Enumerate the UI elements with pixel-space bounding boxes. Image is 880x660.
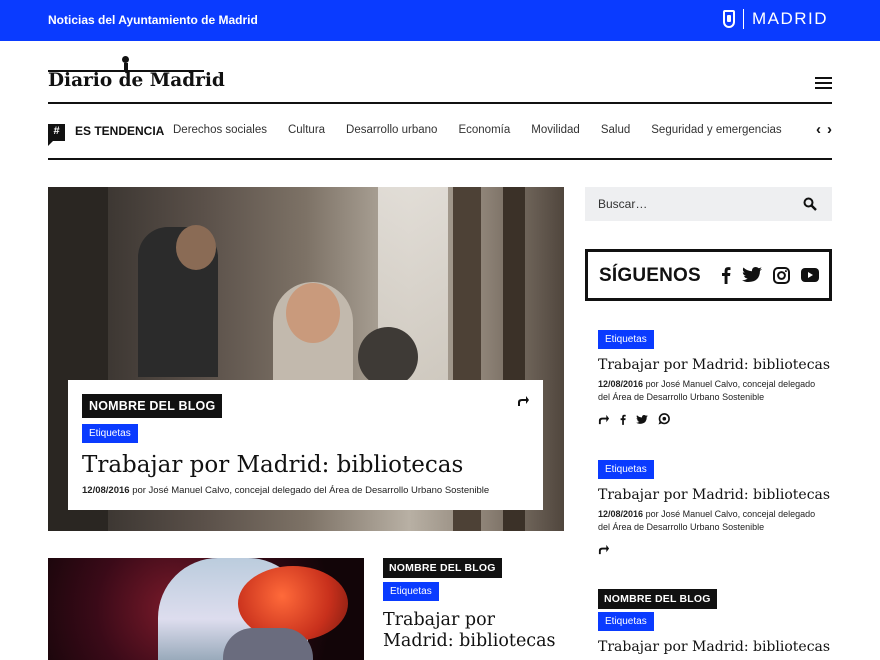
trending-nav: # ES TENDENCIA Derechos sociales Cultura… bbox=[48, 104, 832, 160]
nav-item-derechos-sociales[interactable]: Derechos sociales bbox=[173, 124, 267, 136]
article-headline[interactable]: Trabajar por Madrid: bibliotecas bbox=[383, 610, 563, 652]
search-input[interactable] bbox=[585, 187, 795, 221]
article-image[interactable] bbox=[48, 558, 364, 660]
search-box bbox=[585, 187, 832, 221]
facebook-icon[interactable] bbox=[721, 266, 731, 289]
twitter-icon[interactable] bbox=[636, 412, 648, 430]
site-logo[interactable]: Diario de Madrid bbox=[48, 70, 225, 91]
sidebar-article: Etiquetas Trabajar por Madrid: bibliotec… bbox=[598, 459, 830, 560]
hero-author: por José Manuel Calvo, concejal delegado… bbox=[132, 485, 490, 496]
youtube-icon[interactable] bbox=[801, 268, 819, 287]
sidebar-article-actions bbox=[598, 412, 828, 430]
tag-badge[interactable]: Etiquetas bbox=[598, 330, 654, 349]
top-bar-title[interactable]: Noticias del Ayuntamiento de Madrid bbox=[48, 13, 258, 27]
sidebar-article-headline[interactable]: Trabajar por Madrid: bibliotecas bbox=[598, 357, 830, 373]
nav-item-movilidad[interactable]: Movilidad bbox=[531, 124, 580, 136]
sidebar-article-byline: 12/08/2016 por José Manuel Calvo, concej… bbox=[598, 378, 828, 404]
masthead: Diario de Madrid bbox=[48, 56, 832, 104]
tag-badge[interactable]: Etiquetas bbox=[598, 460, 654, 479]
chevron-left-icon[interactable]: ‹ bbox=[816, 122, 821, 138]
blog-name-badge[interactable]: NOMBRE DEL BLOG bbox=[598, 589, 717, 609]
madrid-brand[interactable]: MADRID bbox=[722, 9, 828, 29]
blog-name-badge[interactable]: NOMBRE DEL BLOG bbox=[383, 558, 502, 578]
hero-date: 12/08/2016 bbox=[82, 485, 130, 496]
trending-label: ES TENDENCIA bbox=[75, 124, 165, 138]
sidebar-article-date: 12/08/2016 bbox=[598, 509, 644, 519]
nav-item-salud[interactable]: Salud bbox=[601, 124, 630, 136]
tag-badge[interactable]: Etiquetas bbox=[82, 424, 138, 443]
blog-name-badge[interactable]: NOMBRE DEL BLOG bbox=[82, 394, 223, 418]
facebook-icon[interactable] bbox=[620, 412, 626, 430]
search-icon[interactable] bbox=[803, 197, 817, 211]
nav-arrows: ‹ › bbox=[816, 122, 832, 138]
nav-item-economia[interactable]: Economía bbox=[458, 124, 510, 136]
nav-item-seguridad[interactable]: Seguridad y emergencias bbox=[651, 124, 781, 136]
brand-divider bbox=[742, 9, 744, 29]
sidebar-article: NOMBRE DEL BLOG Etiquetas Trabajar por M… bbox=[598, 589, 830, 655]
hamburger-menu-icon[interactable] bbox=[815, 77, 832, 90]
hero-headline[interactable]: Trabajar por Madrid: bibliotecas bbox=[82, 452, 463, 478]
chevron-right-icon[interactable]: › bbox=[827, 122, 832, 138]
article-card: NOMBRE DEL BLOG Etiquetas Trabajar por M… bbox=[383, 558, 563, 652]
share-icon[interactable] bbox=[598, 542, 610, 560]
social-links bbox=[721, 266, 819, 289]
madrid-crest-icon bbox=[722, 10, 735, 28]
tag-badge[interactable]: Etiquetas bbox=[383, 582, 439, 601]
nav-item-cultura[interactable]: Cultura bbox=[288, 124, 325, 136]
follow-us-label: SÍGUENOS bbox=[599, 265, 701, 286]
nav-item-desarrollo-urbano[interactable]: Desarrollo urbano bbox=[346, 124, 437, 136]
top-bar: Noticias del Ayuntamiento de Madrid MADR… bbox=[0, 0, 880, 41]
sidebar-article-actions bbox=[598, 542, 828, 560]
hero-article-card: NOMBRE DEL BLOG Etiquetas Trabajar por M… bbox=[68, 380, 543, 510]
instagram-icon[interactable] bbox=[773, 266, 790, 289]
sidebar-article: Etiquetas Trabajar por Madrid: bibliotec… bbox=[598, 329, 830, 430]
sidebar-article-date: 12/08/2016 bbox=[598, 379, 644, 389]
trending-nav-items: Derechos sociales Cultura Desarrollo urb… bbox=[173, 124, 782, 136]
whatsapp-icon[interactable] bbox=[658, 412, 670, 430]
madrid-brand-name: MADRID bbox=[751, 9, 828, 28]
tag-badge[interactable]: Etiquetas bbox=[598, 612, 654, 631]
sidebar-article-headline[interactable]: Trabajar por Madrid: bibliotecas bbox=[598, 639, 830, 655]
sidebar-article-headline[interactable]: Trabajar por Madrid: bibliotecas bbox=[598, 487, 830, 503]
hero-byline: 12/08/2016 por José Manuel Calvo, concej… bbox=[82, 485, 489, 496]
share-icon[interactable] bbox=[598, 412, 610, 430]
follow-us-box: SÍGUENOS bbox=[585, 249, 832, 301]
hashtag-icon: # bbox=[48, 124, 65, 146]
share-icon[interactable] bbox=[517, 394, 530, 407]
sidebar-article-byline: 12/08/2016 por José Manuel Calvo, concej… bbox=[598, 508, 828, 534]
twitter-icon[interactable] bbox=[742, 266, 762, 289]
logo-figure-icon bbox=[122, 56, 130, 70]
